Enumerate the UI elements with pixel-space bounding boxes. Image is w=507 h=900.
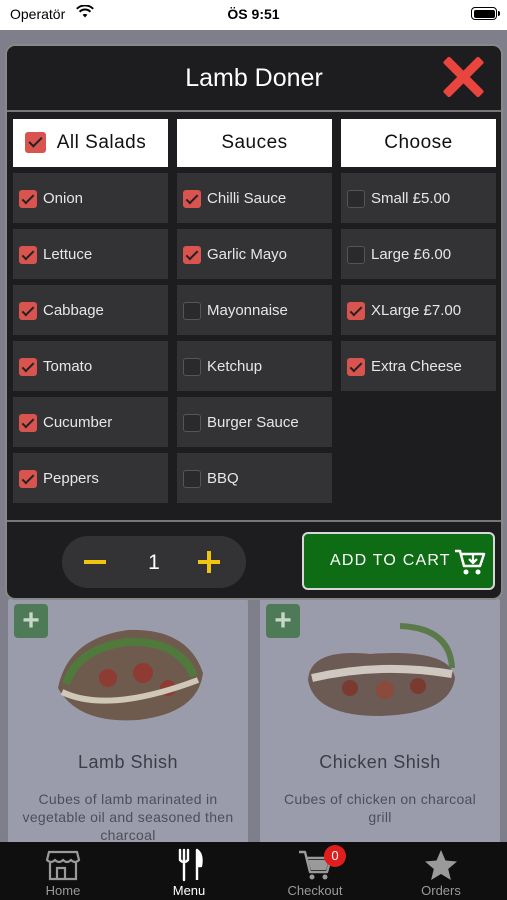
tab-checkout[interactable]: 0 Checkout: [252, 842, 378, 900]
tab-menu[interactable]: Menu: [126, 842, 252, 900]
option-label: Cucumber: [43, 414, 113, 431]
option-onion[interactable]: Onion: [13, 173, 168, 223]
chicken-shish-image: [308, 623, 455, 716]
menu-card-lamb-shish[interactable]: + Lamb Shish Cubes of lamb marinated in …: [8, 598, 248, 858]
checkbox[interactable]: [19, 190, 37, 208]
menu-item-name: Chicken Shish: [319, 752, 441, 772]
checkbox[interactable]: [19, 246, 37, 264]
option-label: Extra Cheese: [371, 358, 462, 375]
menu-item-description: Cubes of lamb marinated in vegetable oil…: [22, 791, 234, 843]
add-to-cart-button[interactable]: ADD TO CART: [302, 532, 495, 590]
checkbox[interactable]: [347, 246, 365, 264]
column-header-sauces: Sauces: [177, 119, 332, 167]
checkbox[interactable]: [19, 470, 37, 488]
modal-footer: 1 ADD TO CART: [7, 520, 501, 598]
checkbox[interactable]: [347, 190, 365, 208]
checkbox[interactable]: [183, 414, 201, 432]
option-bbq[interactable]: BBQ: [177, 453, 332, 503]
option-label: Lettuce: [43, 246, 93, 263]
checkbox[interactable]: [183, 302, 201, 320]
status-time: ÖS 9:51: [227, 6, 280, 22]
add-item-button[interactable]: +: [14, 604, 48, 638]
star-icon: [425, 850, 457, 880]
modal-title: Lamb Doner: [185, 64, 323, 92]
tab-label: Home: [45, 883, 81, 898]
checkbox[interactable]: [183, 190, 201, 208]
tab-label: Checkout: [287, 883, 343, 898]
cart-count-badge: 0: [324, 845, 346, 867]
option-cabbage[interactable]: Cabbage: [13, 285, 168, 335]
option-burger-sauce[interactable]: Burger Sauce: [177, 397, 332, 447]
quantity-stepper: 1: [62, 536, 246, 588]
option-garlic-mayo[interactable]: Garlic Mayo: [177, 229, 332, 279]
option-label: Small £5.00: [371, 190, 451, 207]
checkbox[interactable]: [19, 414, 37, 432]
cart-add-icon: [455, 549, 486, 575]
option-label: BBQ: [207, 470, 239, 487]
checkbox[interactable]: [19, 302, 37, 320]
battery-icon: [471, 7, 500, 20]
option-label: Peppers: [43, 470, 99, 487]
plus-icon[interactable]: [198, 551, 220, 573]
checkbox[interactable]: [347, 358, 365, 376]
tab-orders[interactable]: Orders: [378, 842, 504, 900]
add-item-button[interactable]: +: [266, 604, 300, 638]
option-small[interactable]: Small £5.00: [341, 173, 496, 223]
column-header-label: Choose: [384, 132, 453, 153]
tab-label: Menu: [172, 883, 206, 898]
checkbox[interactable]: [183, 358, 201, 376]
menu-item-name: Lamb Shish: [77, 752, 179, 772]
checkbox[interactable]: [347, 302, 365, 320]
option-label: Garlic Mayo: [207, 246, 288, 263]
option-label: Ketchup: [207, 358, 263, 375]
option-cucumber[interactable]: Cucumber: [13, 397, 168, 447]
option-chilli-sauce[interactable]: Chilli Sauce: [177, 173, 332, 223]
option-label: Chilli Sauce: [207, 190, 287, 207]
salads-select-all[interactable]: All Salads: [13, 119, 168, 167]
select-all-checkbox[interactable]: [25, 132, 46, 153]
option-mayonnaise[interactable]: Mayonnaise: [177, 285, 332, 335]
option-label: Onion: [43, 190, 84, 207]
option-label: Large £6.00: [371, 246, 452, 263]
column-header-label: Sauces: [221, 132, 288, 153]
quantity-value: 1: [148, 551, 160, 574]
item-options-modal: Lamb Doner All Salads Sauces Choose Onio…: [5, 44, 503, 600]
lamb-shish-image: [58, 629, 203, 721]
option-tomato[interactable]: Tomato: [13, 341, 168, 391]
add-to-cart-label: ADD TO CART: [330, 552, 451, 569]
close-icon[interactable]: [441, 54, 485, 98]
option-label: XLarge £7.00: [371, 302, 462, 319]
column-header-label: All Salads: [56, 132, 147, 153]
option-label: Tomato: [43, 358, 93, 375]
option-label: Burger Sauce: [207, 414, 299, 431]
store-icon: [45, 850, 81, 881]
tab-bar: Home Menu 0 Checkout Orders: [0, 842, 507, 900]
fork-knife-icon: [178, 848, 203, 882]
checkbox[interactable]: [19, 358, 37, 376]
option-label: Cabbage: [43, 302, 104, 319]
tab-home[interactable]: Home: [0, 842, 126, 900]
option-label: Mayonnaise: [207, 302, 288, 319]
status-bar: Operatör ÖS 9:51: [0, 0, 507, 30]
option-lettuce[interactable]: Lettuce: [13, 229, 168, 279]
modal-header: Lamb Doner: [7, 46, 501, 112]
option-ketchup[interactable]: Ketchup: [177, 341, 332, 391]
checkbox[interactable]: [183, 246, 201, 264]
tab-label: Orders: [421, 883, 461, 898]
option-large[interactable]: Large £6.00: [341, 229, 496, 279]
option-peppers[interactable]: Peppers: [13, 453, 168, 503]
option-xlarge[interactable]: XLarge £7.00: [341, 285, 496, 335]
checkbox[interactable]: [183, 470, 201, 488]
option-extra-cheese[interactable]: Extra Cheese: [341, 341, 496, 391]
menu-item-description: Cubes of chicken on charcoal grill: [283, 791, 477, 825]
menu-card-chicken-shish[interactable]: + Chicken Shish Cubes of chicken on char…: [260, 598, 500, 858]
column-header-choose: Choose: [341, 119, 496, 167]
minus-icon[interactable]: [84, 560, 106, 564]
